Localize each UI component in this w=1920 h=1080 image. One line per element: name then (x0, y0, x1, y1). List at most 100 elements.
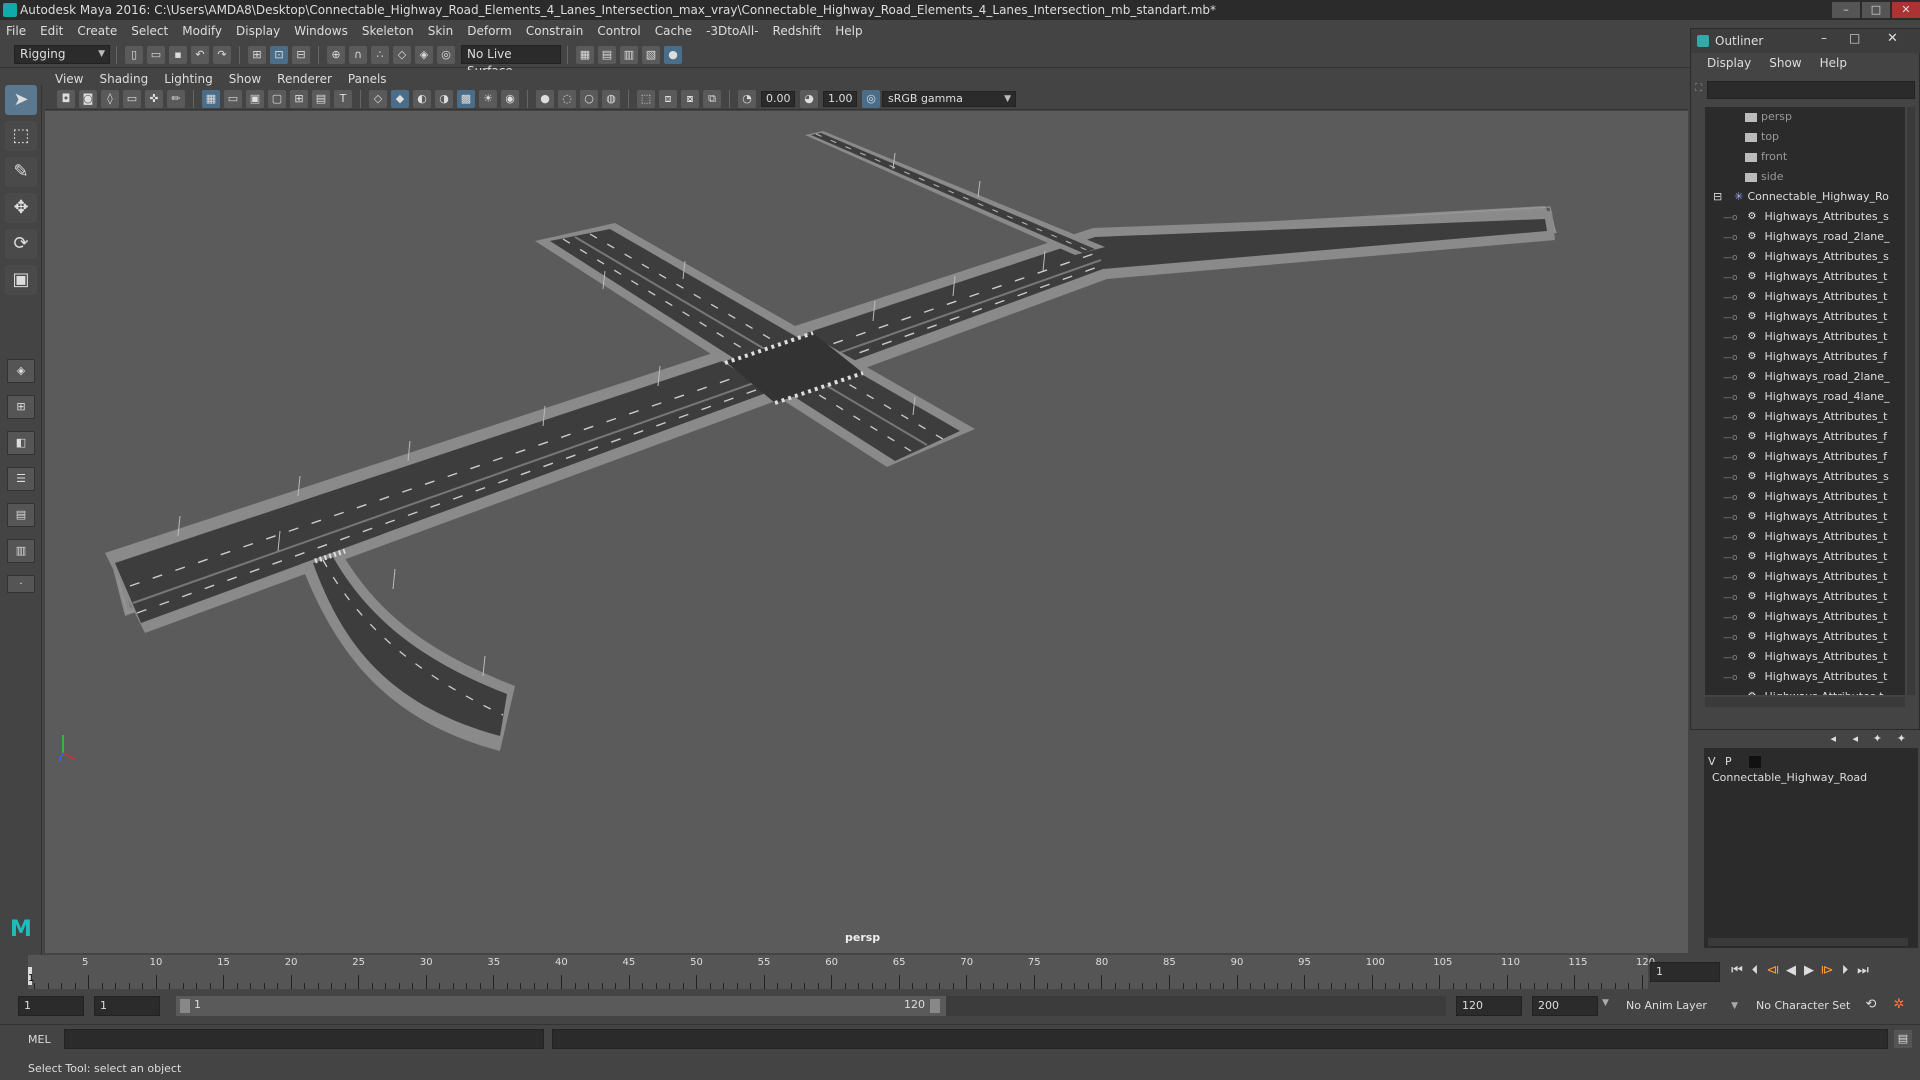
outliner-menu-show[interactable]: Show (1769, 56, 1801, 70)
render-view-icon[interactable]: ▦ (576, 45, 594, 64)
auto-key-icon[interactable]: ⟲ (1862, 996, 1880, 1014)
layer-move-down-icon[interactable]: ◂ (1852, 732, 1858, 745)
step-back-key-icon[interactable]: ⏴ (1746, 962, 1764, 980)
more-layouts-icon[interactable]: · (7, 575, 35, 593)
menu-skeleton[interactable]: Skeleton (362, 24, 414, 38)
anim-preferences-icon[interactable]: ✲ (1890, 996, 1908, 1014)
viewport-menu-panels[interactable]: Panels (348, 72, 387, 86)
exposure-field[interactable]: 0.00 (761, 90, 795, 107)
layer-visibility-toggle[interactable]: V (1708, 755, 1716, 768)
image-plane-icon[interactable]: ▭ (123, 89, 141, 108)
menu-edit[interactable]: Edit (40, 24, 63, 38)
outliner-mesh-item[interactable]: —o ⚙ Highways_Attributes_t (1705, 627, 1905, 647)
snap-live-icon[interactable]: ◎ (437, 45, 455, 64)
menu-create[interactable]: Create (77, 24, 117, 38)
viewport-menu-renderer[interactable]: Renderer (277, 72, 332, 86)
four-view-layout-icon[interactable]: ⊞ (7, 395, 35, 419)
menu-help[interactable]: Help (835, 24, 862, 38)
gate-mask-icon[interactable]: ▢ (268, 89, 286, 108)
end-time-arrow-icon[interactable]: ▼ (1602, 998, 1609, 1008)
step-forward-key-icon[interactable]: ⏵ (1836, 962, 1854, 980)
outliner-layout-icon[interactable]: ☰ (7, 467, 35, 491)
motion-blur-icon[interactable]: ◌ (558, 89, 576, 108)
menu-deform[interactable]: Deform (467, 24, 512, 38)
outliner-mesh-item[interactable]: —o ⚙ Highways_Attributes_t (1705, 567, 1905, 587)
outliner-mesh-item[interactable]: —o ⚙ Highways_Attributes_t (1705, 307, 1905, 327)
snap-point-icon[interactable]: ∴ (371, 45, 389, 64)
maximize-button[interactable]: □ (1862, 2, 1890, 18)
film-gate-icon[interactable]: ▭ (224, 89, 242, 108)
lights-icon[interactable]: ◐ (413, 89, 431, 108)
outliner-menu-display[interactable]: Display (1707, 56, 1751, 70)
two-view-layout-icon[interactable]: ◧ (7, 431, 35, 455)
command-language-label[interactable]: MEL (28, 1033, 51, 1046)
grid-icon[interactable]: ▦ (202, 89, 220, 108)
outliner-mesh-item[interactable]: —o ⚙ Highways_Attributes_t (1705, 527, 1905, 547)
outliner-mesh-item[interactable]: —o ⚙ Highways_Attributes_t (1705, 327, 1905, 347)
gamma-icon[interactable]: ◕ (800, 89, 818, 108)
menu-select[interactable]: Select (131, 24, 168, 38)
outliner-tree[interactable]: persp top front side ⊟ ✳ Connectable_Highway_R… (1705, 107, 1905, 695)
select-hierarchy-icon[interactable]: ⊞ (248, 45, 266, 64)
grease-pencil-icon[interactable]: ✏ (167, 89, 185, 108)
depth-of-field-icon[interactable]: ◍ (602, 89, 620, 108)
save-scene-icon[interactable]: ▪ (169, 45, 187, 64)
2d-pan-icon[interactable]: ✜ (145, 89, 163, 108)
snap-plane-icon[interactable]: ◇ (393, 45, 411, 64)
snap-surface-icon[interactable]: ◈ (415, 45, 433, 64)
outliner-mesh-item[interactable]: —o ⚙ Highways_Attributes_t (1705, 507, 1905, 527)
rotate-tool-icon[interactable]: ⟳ (5, 229, 37, 259)
range-slider-track[interactable] (946, 996, 1446, 1016)
outliner-menu-help[interactable]: Help (1820, 56, 1847, 70)
outliner-filter-icon[interactable]: ⛶ (1695, 83, 1702, 94)
hypershade-layout-icon[interactable]: ▥ (7, 539, 35, 563)
anim-layer-dropdown[interactable]: No Anim Layer ▼ (1622, 997, 1742, 1015)
new-layer-selected-icon[interactable]: ✦ (1897, 732, 1906, 745)
viewport-menu-view[interactable]: View (55, 72, 83, 86)
outliner-mesh-item[interactable]: —o ⚙ Highways_Attributes_t (1705, 267, 1905, 287)
viewport-menu-show[interactable]: Show (229, 72, 261, 86)
layer-color-swatch[interactable] (1749, 756, 1762, 768)
outliner-mesh-item[interactable]: —o ⚙ Highways_Attributes_t (1705, 547, 1905, 567)
outliner-camera-item[interactable]: persp (1705, 107, 1905, 127)
outliner-mesh-item[interactable]: —o ⚙ Highways_Attributes_s (1705, 467, 1905, 487)
live-surface-field[interactable]: No Live Surface (461, 45, 561, 78)
outliner-mesh-item[interactable]: —o ⚙ Highways_Attributes_t (1705, 487, 1905, 507)
collapse-icon[interactable]: ⊟ (1713, 190, 1722, 203)
xray-joints-icon[interactable]: ⧈ (659, 89, 677, 108)
outliner-mesh-item[interactable]: —o ⚙ Highways_Attributes_f (1705, 347, 1905, 367)
range-slider[interactable]: 1 120 (176, 996, 946, 1016)
outliner-camera-item[interactable]: side (1705, 167, 1905, 187)
menu-skin[interactable]: Skin (428, 24, 454, 38)
field-chart-icon[interactable]: ⊞ (290, 89, 308, 108)
render-settings-icon[interactable]: ▧ (642, 45, 660, 64)
menu-modify[interactable]: Modify (182, 24, 222, 38)
end-time-field[interactable]: 200 (1532, 996, 1598, 1016)
menu-file[interactable]: File (6, 24, 26, 38)
outliner-minimize-button[interactable]: – (1821, 31, 1827, 45)
select-tool-icon[interactable]: ➤ (5, 85, 37, 115)
start-time-field[interactable]: 1 (18, 996, 84, 1016)
ambient-occlusion-icon[interactable]: ● (536, 89, 554, 108)
lasso-tool-icon[interactable]: ⬚ (5, 121, 37, 151)
play-forward-icon[interactable]: ▶ (1800, 962, 1818, 980)
render-frame-icon[interactable]: ▤ (598, 45, 616, 64)
antialias-icon[interactable]: ○ (580, 89, 598, 108)
open-scene-icon[interactable]: ▭ (147, 45, 165, 64)
safe-action-icon[interactable]: ▤ (312, 89, 330, 108)
wireframe-icon[interactable]: ◇ (369, 89, 387, 108)
bookmark-icon[interactable]: ◊ (101, 89, 119, 108)
menu-set-dropdown[interactable]: Rigging ▼ (14, 45, 110, 64)
go-to-end-icon[interactable]: ⏭ (1854, 962, 1872, 980)
select-object-icon[interactable]: ⊡ (270, 45, 288, 64)
outliner-mesh-item[interactable]: —o ⚙ Highways_Attributes_f (1705, 447, 1905, 467)
perspective-viewport[interactable]: persp (45, 111, 1688, 953)
go-to-start-icon[interactable]: ⏮ (1728, 962, 1746, 980)
current-frame-field[interactable]: 1 (1650, 962, 1720, 982)
outliner-hscrollbar[interactable] (1705, 697, 1905, 707)
script-editor-icon[interactable]: ▤ (1894, 1030, 1912, 1048)
outliner-camera-item[interactable]: top (1705, 127, 1905, 147)
graph-layout-icon[interactable]: ▤ (7, 503, 35, 527)
step-forward-frame-icon[interactable]: ⧐ (1818, 962, 1836, 980)
textured-icon[interactable]: ▩ (457, 89, 475, 108)
